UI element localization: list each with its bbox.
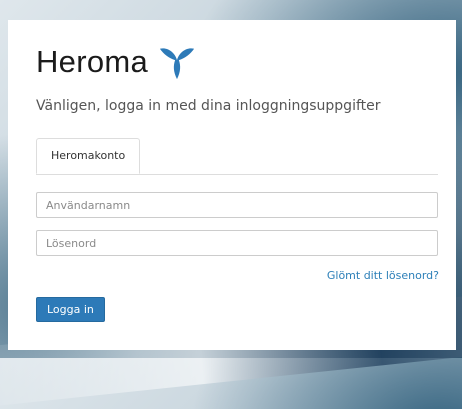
tab-heromakonto[interactable]: Heromakonto bbox=[36, 138, 141, 174]
login-button[interactable]: Logga in bbox=[36, 297, 105, 322]
login-card: Heroma Vänligen, logga in med dina inlog… bbox=[8, 20, 456, 350]
brand-name: Heroma bbox=[36, 44, 149, 79]
username-input[interactable] bbox=[36, 192, 438, 218]
heroma-bird-icon bbox=[159, 48, 195, 80]
login-tabs: Heromakonto bbox=[36, 138, 438, 175]
login-subtitle: Vänligen, logga in med dina inloggningsu… bbox=[36, 98, 381, 114]
forgot-password-link[interactable]: Glömt ditt lösenord? bbox=[327, 269, 439, 282]
logo: Heroma bbox=[36, 42, 196, 82]
password-input[interactable] bbox=[36, 230, 438, 256]
